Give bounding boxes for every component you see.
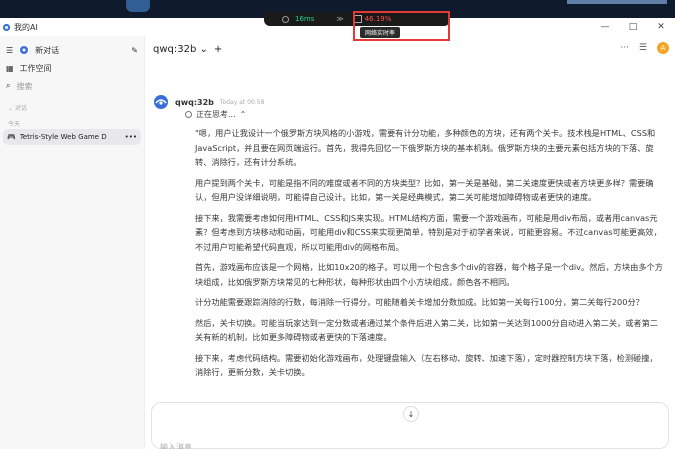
title-bar: 我的AI: [0, 18, 675, 36]
paragraph: 接下来，考虑代码结构。需要初始化游戏画布，处理键盘输入（左右移动、旋转、加速下落…: [195, 352, 658, 378]
chat-header: qwq:32b ⌄ + ··· ☰ A: [145, 36, 675, 62]
top-strip-accent: [567, 0, 667, 4]
grid-icon: ▦: [6, 63, 14, 73]
more-icon[interactable]: ···: [620, 43, 629, 53]
app-logo-icon: [2, 23, 11, 31]
sidebar-search[interactable]: ⌕ 搜索: [0, 77, 144, 95]
spinner-icon: [185, 111, 192, 118]
search-icon: ⌕: [6, 81, 11, 90]
main-panel: qwq:32b ⌄ + ··· ☰ A qwq:32b Today at 00:…: [145, 36, 675, 449]
gamepad-icon: 🎮: [7, 133, 16, 141]
avatar[interactable]: A: [657, 42, 669, 54]
sidebar-item-label: 工作空间: [19, 63, 52, 73]
paragraph: 计分功能需要跟踪消除的行数，每消除一行得分，可能随着关卡增加分数加成。比如第一关…: [195, 297, 644, 307]
sidebar-chat-item[interactable]: 🎮 Tetris-Style Web Game D •••: [3, 129, 141, 145]
window-controls: — □ ✕: [591, 18, 675, 36]
settings-sliders-icon[interactable]: ☰: [639, 43, 647, 53]
chevron-down-icon: ⌄: [199, 43, 208, 55]
message-content: "嗯，用户让我设计一个俄罗斯方块风格的小游戏，需要有计分功能，多种颜色的方块，还…: [195, 126, 665, 386]
sidebar: ☰ 新对话 ✎ ▦ 工作空间 ⌕ 搜索 ⌄ 对话 今天 🎮 Tetris-Sty…: [0, 36, 145, 449]
paragraph: 接下来，我需要考虑如何用HTML、CSS和JS来实现。HTML结构方面，需要一个…: [195, 212, 662, 252]
add-model-button[interactable]: +: [214, 44, 222, 55]
section-chats-label: 对话: [14, 105, 27, 112]
message-time: Today at 00:58: [219, 98, 265, 106]
chevron-up-icon: ⌃: [239, 110, 247, 119]
chat-title: Tetris-Style Web Game D: [19, 133, 107, 141]
thinking-toggle[interactable]: 正在思考... ⌃: [185, 109, 246, 120]
assistant-avatar-icon: [154, 95, 168, 109]
logo-icon: [20, 46, 29, 54]
paragraph: 用户提到两个关卡，可能是指不同的难度或者不同的方块类型？比如，第一关是基础，第二…: [195, 177, 654, 203]
section-chats: ⌄ 对话: [0, 99, 144, 112]
message-input[interactable]: [160, 443, 460, 449]
new-chat-button[interactable]: 新对话: [35, 45, 125, 56]
message-header: qwq:32b Today at 00:58: [153, 94, 264, 110]
minimize-button[interactable]: —: [591, 18, 619, 36]
thinking-label: 正在思考...: [196, 110, 236, 119]
sidebar-item-workspace[interactable]: ▦ 工作空间: [0, 59, 144, 77]
chevron-down-icon: ⌄: [8, 105, 15, 112]
taskbar-app-icon: [126, 0, 150, 12]
message-model-name: qwq:32b: [175, 97, 214, 107]
app-title: 我的AI: [2, 22, 38, 33]
model-name: qwq:32b: [153, 43, 197, 55]
paragraph: 然后，关卡切换。可能当玩家达到一定分数或者通过某个条件后进入第二关，比如第一关达…: [195, 317, 658, 343]
arrow-down-icon: ↓: [407, 409, 415, 419]
search-label: 搜索: [16, 81, 33, 91]
paragraph: 首先，游戏画布应该是一个网格，比如10x20的格子。可以用一个包含多个div的容…: [195, 262, 663, 287]
close-button[interactable]: ✕: [647, 18, 675, 36]
scroll-down-button[interactable]: ↓: [403, 406, 419, 422]
maximize-button[interactable]: □: [619, 18, 647, 36]
model-selector[interactable]: qwq:32b ⌄: [153, 44, 208, 55]
paragraph: "嗯，用户让我设计一个俄罗斯方块风格的小游戏，需要有计分功能，多种颜色的方块，还…: [195, 128, 656, 167]
more-icon[interactable]: •••: [125, 133, 137, 141]
header-actions: ··· ☰ A: [620, 42, 669, 54]
sidebar-top-row: ☰ 新对话 ✎: [0, 41, 144, 59]
menu-icon[interactable]: ☰: [6, 46, 13, 55]
edit-icon[interactable]: ✎: [131, 46, 138, 55]
section-today: 今天: [8, 121, 21, 128]
app-title-text: 我的AI: [14, 22, 38, 32]
